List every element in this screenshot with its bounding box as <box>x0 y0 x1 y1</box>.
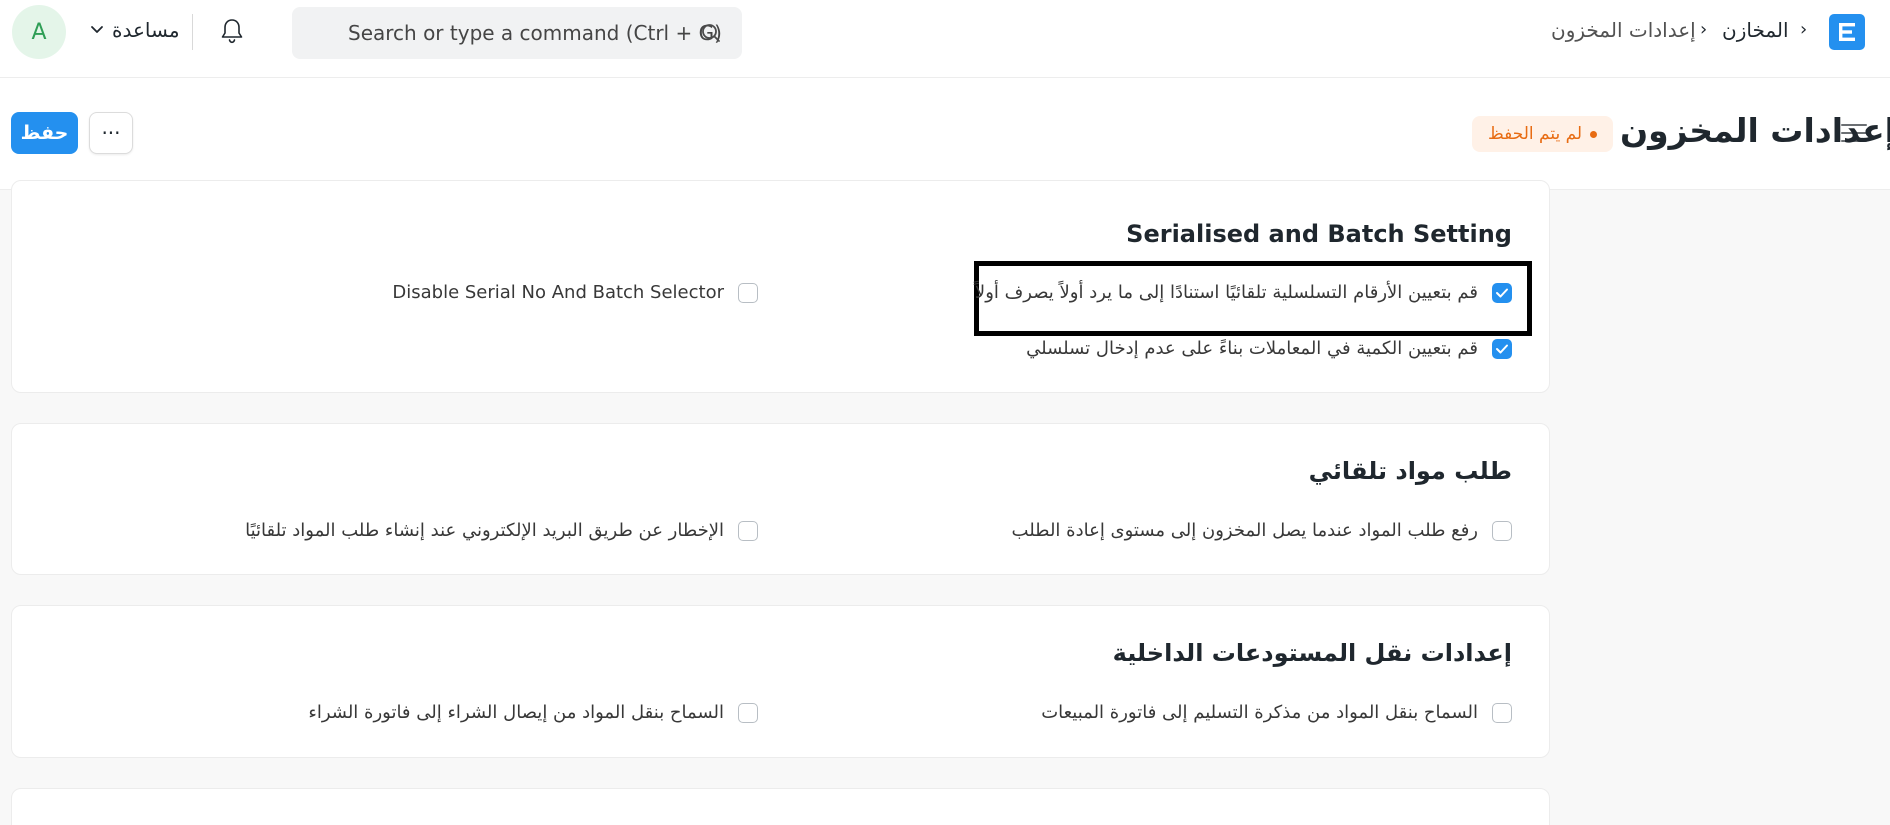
user-avatar[interactable]: A <box>12 5 66 59</box>
app-logo-icon[interactable] <box>1829 14 1865 50</box>
page-header: إعدادات المخزون لم يتم الحفظ ··· حفظ <box>0 78 1890 190</box>
checkbox-qty-non-serial[interactable] <box>1492 338 1512 359</box>
search-icon <box>702 24 720 42</box>
field-label: السماح بنقل المواد من إيصال الشراء إلى ف… <box>308 702 724 723</box>
more-actions-button[interactable]: ··· <box>89 112 133 154</box>
breadcrumb-separator-icon: › <box>1800 19 1808 40</box>
status-dot-icon <box>1590 130 1598 138</box>
field-label: قم بتعيين الكمية في المعاملات بناءً على … <box>1026 338 1478 359</box>
navbar-divider <box>192 14 193 50</box>
breadcrumb-stock[interactable]: المخازن <box>1722 18 1789 42</box>
field-auto-serial-fifo[interactable]: قم بتعيين الأرقام التسلسلية تلقائيًا است… <box>975 282 1512 303</box>
search-bar[interactable]: Search or type a command (Ctrl + G) <box>292 7 742 59</box>
field-label: الإخطار عن طريق البريد الإلكتروني عند إن… <box>245 520 724 541</box>
section-title: طلب مواد تلقائي <box>1308 457 1512 485</box>
section-next-partial <box>11 788 1550 825</box>
section-auto-material-request: طلب مواد تلقائي رفع طلب المواد عندما يصل… <box>11 423 1550 575</box>
page-title: إعدادات المخزون <box>1620 111 1890 150</box>
checkbox-transfer-dn-to-si[interactable] <box>1492 702 1512 723</box>
checkmark-icon <box>1496 344 1508 353</box>
breadcrumb-stock-settings[interactable]: إعدادات المخزون <box>1551 18 1696 42</box>
field-label: رفع طلب المواد عندما يصل المخزون إلى مست… <box>1011 520 1478 541</box>
help-dropdown[interactable]: مساعدة <box>90 18 180 42</box>
status-badge-label: لم يتم الحفظ <box>1488 124 1583 144</box>
field-label: قم بتعيين الأرقام التسلسلية تلقائيًا است… <box>974 282 1478 303</box>
breadcrumb-separator-icon: › <box>1700 19 1708 40</box>
status-badge: لم يتم الحفظ <box>1472 116 1614 152</box>
field-transfer-dn-to-si[interactable]: السماح بنقل المواد من مذكرة التسليم إلى … <box>1041 702 1512 723</box>
checkbox-raise-material-request[interactable] <box>1492 520 1512 541</box>
checkbox-transfer-pr-to-pi[interactable] <box>738 702 758 723</box>
field-qty-non-serial[interactable]: قم بتعيين الكمية في المعاملات بناءً على … <box>1026 338 1512 359</box>
checkmark-icon <box>1496 288 1508 297</box>
field-transfer-pr-to-pi[interactable]: السماح بنقل المواد من إيصال الشراء إلى ف… <box>308 702 758 723</box>
field-label: السماح بنقل المواد من مذكرة التسليم إلى … <box>1041 702 1478 723</box>
section-inter-warehouse-transfer: إعدادات نقل المستودعات الداخلية السماح ب… <box>11 605 1550 758</box>
chevron-down-icon <box>91 26 103 33</box>
help-label: مساعدة <box>112 18 180 42</box>
checkbox-disable-serial-batch-selector[interactable] <box>738 282 758 303</box>
search-input[interactable]: Search or type a command (Ctrl + G) <box>348 21 722 45</box>
field-notify-email-material-request[interactable]: الإخطار عن طريق البريد الإلكتروني عند إن… <box>245 520 758 541</box>
checkbox-auto-serial-fifo[interactable] <box>1492 282 1512 303</box>
top-navbar: › المخازن › إعدادات المخزون Search or ty… <box>0 0 1890 78</box>
save-button[interactable]: حفظ <box>11 112 78 154</box>
notification-bell-icon[interactable] <box>219 17 245 45</box>
checkbox-notify-email-material-request[interactable] <box>738 520 758 541</box>
field-disable-serial-batch-selector[interactable]: Disable Serial No And Batch Selector <box>392 282 758 303</box>
field-raise-material-request[interactable]: رفع طلب المواد عندما يصل المخزون إلى مست… <box>1012 520 1512 541</box>
field-label: Disable Serial No And Batch Selector <box>392 282 724 303</box>
section-title: إعدادات نقل المستودعات الداخلية <box>1112 639 1512 667</box>
section-serial-batch: Serialised and Batch Setting قم بتعيين ا… <box>11 180 1550 393</box>
section-title: Serialised and Batch Setting <box>1126 220 1512 248</box>
